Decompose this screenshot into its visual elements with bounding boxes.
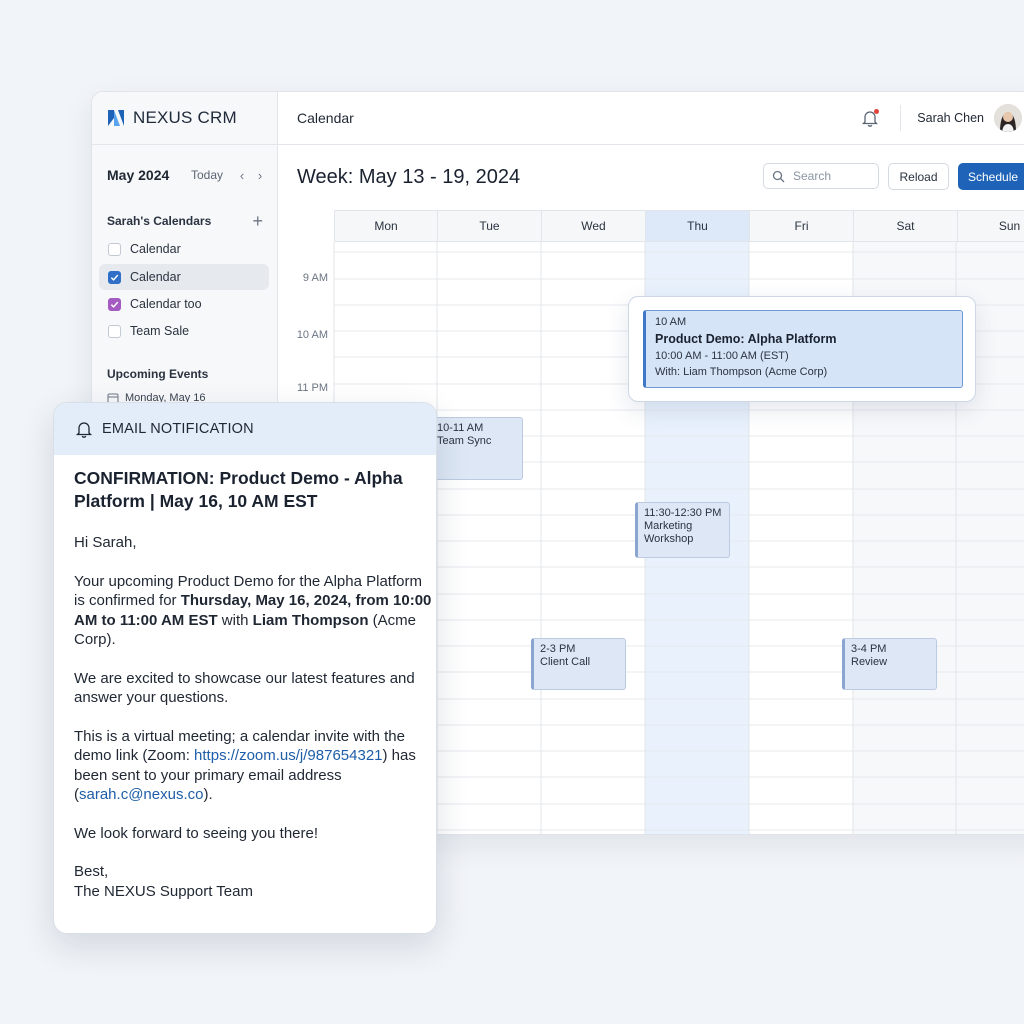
- event-time: 2-3 PM: [540, 643, 576, 655]
- event-time: 10-11 AM: [437, 422, 484, 434]
- event-time: 11:30-12:30 PM: [644, 507, 722, 519]
- checkbox-checked[interactable]: [108, 270, 121, 284]
- event-popover[interactable]: 10 AM Product Demo: Alpha Platform 10:00…: [628, 296, 976, 402]
- calendars-title: Sarah's Calendars: [107, 214, 212, 228]
- bold-text: Liam Thompson: [252, 611, 369, 629]
- today-button[interactable]: Today: [191, 168, 223, 182]
- calendar-item-label: Team Sale: [130, 324, 190, 338]
- event-time: 3-4 PM: [851, 643, 887, 655]
- email-signoff: Best,: [74, 863, 109, 880]
- month-navigator: May 2024 Today ‹ ›: [107, 165, 269, 185]
- popover-attendee: With: Liam Thompson (Acme Corp): [655, 366, 828, 378]
- email-body: CONFIRMATION: Product Demo - Alpha Platf…: [74, 467, 436, 901]
- avatar[interactable]: [994, 104, 1022, 132]
- popover-time: 10 AM: [655, 316, 687, 328]
- event-title: Team Sync: [437, 435, 492, 447]
- search-icon: [772, 170, 785, 182]
- top-bar: Calendar Sarah Chen: [278, 92, 1024, 145]
- brand-name: NEXUS CRM: [133, 108, 237, 127]
- popover-title: Product Demo: Alpha Platform: [655, 332, 837, 346]
- calendar-item-label: Calendar: [130, 270, 181, 284]
- event-title: Review: [851, 656, 888, 668]
- day-header-thu[interactable]: Thu: [646, 210, 750, 242]
- upcoming-events-title: Upcoming Events: [107, 367, 209, 381]
- week-title: Week: May 13 - 19, 2024: [297, 166, 521, 188]
- event-title: Marketing Workshop: [644, 520, 694, 545]
- calendar-item[interactable]: Calendar too: [99, 291, 269, 317]
- brand[interactable]: NEXUS CRM: [106, 107, 237, 129]
- checkbox-checked[interactable]: [108, 297, 121, 311]
- email-paragraph-2: We are excited to showcase our latest fe…: [74, 669, 415, 707]
- sidebar-divider: [92, 144, 277, 145]
- popover-range: 10:00 AM - 11:00 AM (EST): [655, 350, 789, 362]
- reload-button[interactable]: Reload: [888, 163, 949, 190]
- bell-icon: [75, 422, 93, 438]
- day-header-mon[interactable]: Mon: [334, 210, 438, 242]
- check-icon: [110, 301, 119, 308]
- email-header: EMAIL NOTIFICATION: [54, 403, 436, 455]
- day-header-tue[interactable]: Tue: [438, 210, 542, 242]
- day-header-sat[interactable]: Sat: [854, 210, 958, 242]
- email-header-label: EMAIL NOTIFICATION: [102, 421, 254, 437]
- event-product-demo[interactable]: 10 AM Product Demo: Alpha Platform 10:00…: [643, 310, 963, 388]
- email-greeting: Hi Sarah,: [74, 534, 137, 551]
- search-input[interactable]: [791, 168, 875, 184]
- zoom-link[interactable]: https://zoom.us/j/987654321: [194, 747, 382, 764]
- text: with: [217, 611, 253, 629]
- event-team-sync[interactable]: 10-11 AM Team Sync: [428, 417, 523, 480]
- day-header-fri[interactable]: Fri: [750, 210, 854, 242]
- checkbox[interactable]: [108, 324, 121, 338]
- event-title: Client Call: [540, 656, 591, 668]
- user-name[interactable]: Sarah Chen: [917, 111, 984, 125]
- email-paragraph-4: We look forward to seeing you there!: [74, 824, 319, 842]
- day-header-wed[interactable]: Wed: [542, 210, 646, 242]
- month-label: May 2024: [107, 167, 170, 183]
- chevron-right-icon[interactable]: ›: [251, 168, 269, 183]
- event-client-call[interactable]: 2-3 PM Client Call: [531, 638, 626, 690]
- email-paragraph-3: This is a virtual meeting; a calendar in…: [74, 727, 436, 805]
- nexus-logo-icon: [108, 110, 124, 126]
- calendars-header: Sarah's Calendars +: [107, 211, 263, 231]
- chevron-left-icon[interactable]: ‹: [233, 168, 251, 183]
- check-icon: [110, 274, 119, 281]
- checkbox[interactable]: [108, 242, 121, 256]
- email-address-link[interactable]: sarah.c@nexus.co: [79, 786, 203, 803]
- email-notification-card: EMAIL NOTIFICATION CONFIRMATION: Product…: [53, 402, 437, 934]
- text: ).: [203, 786, 213, 803]
- notification-bell-icon[interactable]: [860, 108, 880, 128]
- add-calendar-icon[interactable]: +: [252, 212, 263, 230]
- page-title: Calendar: [297, 110, 354, 126]
- schedule-button[interactable]: Schedule: [958, 163, 1024, 190]
- calendar-item[interactable]: Team Sale: [99, 318, 269, 344]
- email-subject: CONFIRMATION: Product Demo - Alpha Platf…: [74, 468, 403, 511]
- calendar-item[interactable]: Calendar: [99, 236, 269, 262]
- email-signature: The NEXUS Support Team: [74, 882, 253, 900]
- email-paragraph-1: Your upcoming Product Demo for the Alpha…: [74, 572, 436, 650]
- time-label: 10 AM: [296, 329, 328, 341]
- event-marketing-workshop[interactable]: 11:30-12:30 PM Marketing Workshop: [635, 502, 730, 558]
- time-label: 11 PM: [297, 382, 328, 394]
- search-box[interactable]: [763, 163, 879, 189]
- topbar-separator: [900, 105, 902, 131]
- calendar-item-label: Calendar too: [130, 297, 202, 311]
- calendar-item[interactable]: Calendar: [99, 264, 269, 290]
- event-review[interactable]: 3-4 PM Review: [842, 638, 937, 690]
- day-header-sun[interactable]: Sun: [958, 210, 1024, 242]
- calendar-item-label: Calendar: [130, 242, 181, 256]
- time-label: 9 AM: [302, 272, 328, 284]
